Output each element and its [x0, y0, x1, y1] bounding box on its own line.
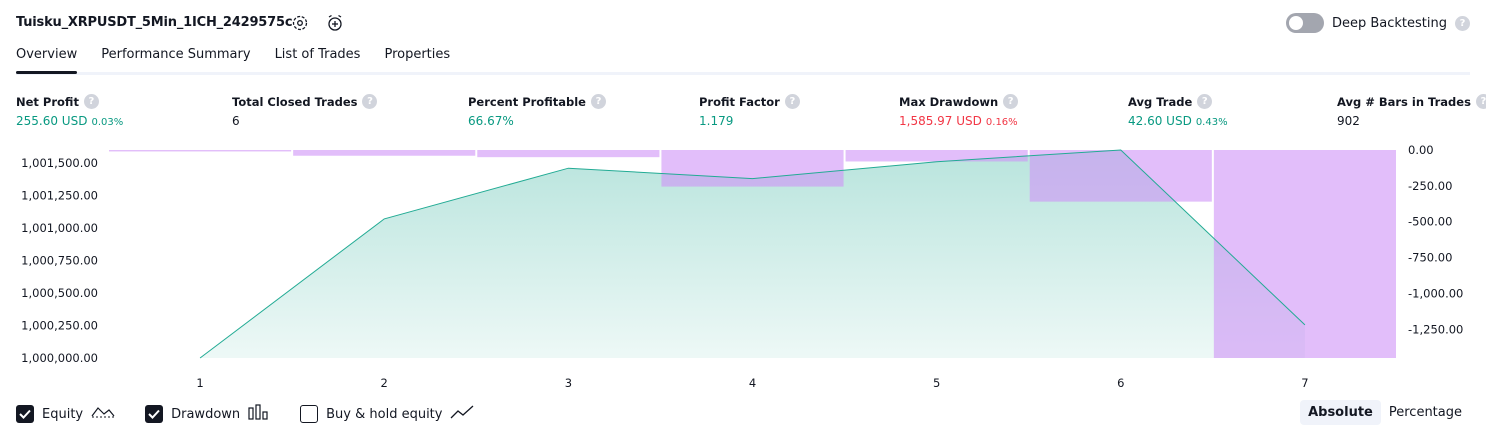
- metric-percent: 0.43%: [1195, 117, 1228, 128]
- help-icon[interactable]: ?: [1455, 15, 1470, 31]
- x-axis-tick-label: 2: [381, 376, 388, 390]
- tab-bar: Overview Performance Summary List of Tra…: [16, 47, 450, 74]
- chart-legend: Equity Drawdown Buy & hold equity: [16, 404, 474, 424]
- metric-label: Percent Profitable: [468, 94, 586, 109]
- right-axis-tick-label: -750.00: [1408, 251, 1452, 265]
- drawdown-bar: [109, 150, 292, 152]
- metric-net-profit: Net Profit? 255.60 USD 0.03%: [16, 94, 123, 128]
- drawdown-bar: [477, 150, 660, 158]
- left-axis-tick-label: 1,000,000.00: [21, 351, 98, 365]
- x-axis-tick-label: 6: [1117, 376, 1124, 390]
- buy-hold-line-icon: [450, 404, 474, 424]
- info-icon[interactable]: ?: [590, 94, 606, 109]
- drawdown-bar: [293, 150, 476, 156]
- tabs-divider: [16, 72, 1470, 75]
- metric-label: Profit Factor: [699, 94, 780, 109]
- tab-performance-summary[interactable]: Performance Summary: [101, 47, 250, 72]
- x-axis-tick-label: 1: [196, 376, 203, 390]
- deep-backtesting-toggle[interactable]: [1285, 13, 1324, 33]
- metric-value: 42.60 USD: [1128, 114, 1192, 128]
- strategy-title: Tuisku_XRPUSDT_5Min_1ICH_2429575c: [16, 15, 293, 30]
- left-axis-tick-label: 1,000,250.00: [21, 319, 98, 333]
- metric-max-drawdown: Max Drawdown? 1,585.97 USD 0.16%: [899, 94, 1019, 128]
- info-icon[interactable]: ?: [362, 94, 378, 109]
- metric-percent-profitable: Percent Profitable? 66.67%: [468, 94, 606, 128]
- legend-label: Equity: [42, 406, 84, 422]
- info-icon[interactable]: ?: [83, 94, 99, 109]
- metric-value: 6: [232, 114, 240, 128]
- tab-overview[interactable]: Overview: [16, 47, 78, 74]
- drawdown-bar: [1213, 150, 1396, 358]
- deep-backtesting-control: Deep Backtesting ?: [1285, 13, 1470, 33]
- x-axis-tick-label: 4: [749, 376, 756, 390]
- buy-hold-checkbox[interactable]: [300, 405, 319, 423]
- metric-value: 902: [1337, 114, 1360, 128]
- scale-toggle: Absolute Percentage: [1300, 400, 1470, 425]
- deep-backtesting-label: Deep Backtesting: [1331, 15, 1447, 31]
- x-axis-tick-label: 5: [933, 376, 940, 390]
- equity-drawdown-chart[interactable]: 1,000,000.00 1,000,250.00 1,000,500.00 1,00…: [0, 138, 1486, 393]
- drawdown-bar: [845, 150, 1028, 162]
- info-icon[interactable]: ?: [1197, 94, 1213, 109]
- left-axis-tick-label: 1,001,250.00: [21, 189, 98, 203]
- x-axis-tick-label: 3: [565, 376, 572, 390]
- metric-value: 1.179: [699, 114, 734, 128]
- metric-value: 66.67%: [468, 114, 514, 128]
- equity-line-icon: [91, 404, 115, 424]
- metric-percent: 0.03%: [91, 117, 124, 128]
- right-axis-tick-label: -1,000.00: [1408, 286, 1463, 300]
- tab-list-of-trades[interactable]: List of Trades: [275, 47, 361, 72]
- right-axis-tick-label: -250.00: [1408, 179, 1452, 193]
- legend-label: Buy & hold equity: [326, 406, 443, 422]
- equity-checkbox[interactable]: [16, 405, 34, 423]
- metric-label: Avg # Bars in Trades: [1337, 94, 1471, 109]
- metric-label: Net Profit: [16, 94, 79, 109]
- legend-buy-hold-equity[interactable]: Buy & hold equity: [300, 404, 474, 424]
- left-axis-tick-label: 1,001,500.00: [21, 156, 98, 170]
- drawdown-checkbox[interactable]: [145, 405, 164, 423]
- metric-label: Avg Trade: [1128, 94, 1193, 109]
- metric-profit-factor: Profit Factor? 1.179: [699, 94, 800, 128]
- drawdown-bar: [661, 150, 844, 187]
- info-icon[interactable]: ?: [1003, 94, 1019, 109]
- right-axis-tick-label: -500.00: [1408, 215, 1452, 229]
- metric-label: Max Drawdown: [899, 94, 999, 109]
- metric-value: 255.60 USD: [16, 114, 88, 128]
- drawdown-bars-icon: [248, 404, 270, 424]
- legend-equity[interactable]: Equity: [16, 404, 115, 424]
- left-axis-tick-label: 1,001,000.00: [21, 221, 98, 235]
- left-axis-tick-label: 1,000,750.00: [21, 254, 98, 268]
- percentage-button[interactable]: Percentage: [1381, 400, 1470, 425]
- metric-label: Total Closed Trades: [232, 94, 358, 109]
- metric-percent: 0.16%: [985, 117, 1018, 128]
- left-axis-tick-label: 1,000,500.00: [21, 286, 98, 300]
- right-axis-tick-label: -1,250.00: [1408, 322, 1463, 336]
- tab-properties[interactable]: Properties: [384, 47, 450, 72]
- alarm-clock-add-icon[interactable]: [325, 13, 345, 33]
- legend-drawdown[interactable]: Drawdown: [145, 404, 270, 424]
- legend-label: Drawdown: [171, 406, 241, 422]
- metric-value: 1,585.97 USD: [899, 114, 982, 128]
- right-axis-tick-label: 0.00: [1408, 143, 1434, 157]
- metric-total-closed-trades: Total Closed Trades? 6: [232, 94, 378, 128]
- settings-gear-icon[interactable]: [290, 13, 310, 33]
- drawdown-bar: [1029, 150, 1212, 202]
- info-icon[interactable]: ?: [784, 94, 800, 109]
- metric-avg-trade: Avg Trade? 42.60 USD 0.43%: [1128, 94, 1228, 128]
- info-icon[interactable]: ?: [1475, 94, 1486, 109]
- absolute-button[interactable]: Absolute: [1300, 400, 1381, 425]
- x-axis-tick-label: 7: [1301, 376, 1308, 390]
- metric-avg-bars-in-trades: Avg # Bars in Trades? 902: [1337, 94, 1486, 128]
